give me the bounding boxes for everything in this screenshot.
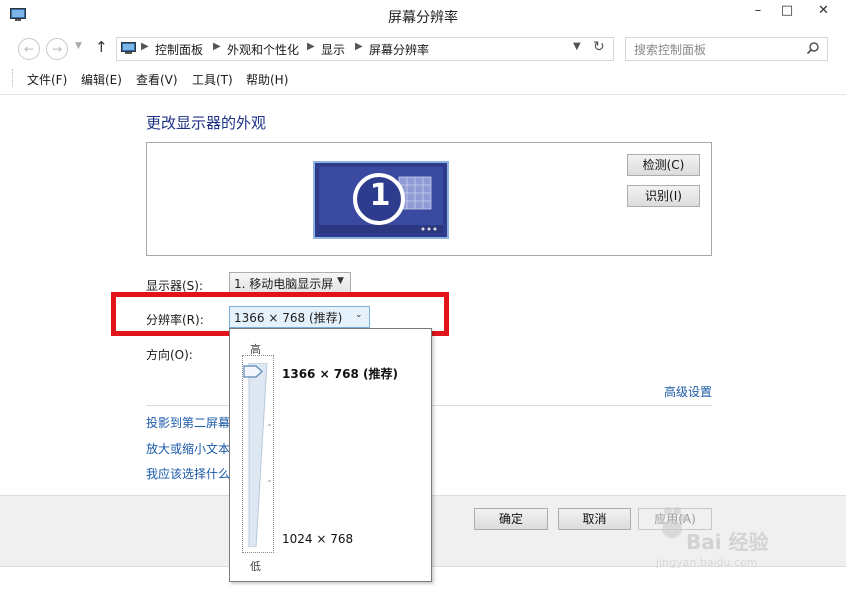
resolution-option-low[interactable]: 1024 × 768 <box>282 532 353 546</box>
orientation-label: 方向(O): <box>146 348 193 362</box>
search-input[interactable]: 搜索控制面板 <box>625 37 828 61</box>
chevron-down-icon: ▼ <box>337 276 344 286</box>
identify-button[interactable]: 识别(I) <box>627 185 700 207</box>
window-title: 屏幕分辨率 <box>388 10 458 26</box>
breadcrumb-separator-icon: ▶ <box>307 41 315 52</box>
refresh-icon[interactable]: ↻ <box>593 39 605 55</box>
menu-grip <box>12 69 15 87</box>
breadcrumb-appearance[interactable]: 外观和个性化 <box>227 41 299 58</box>
up-arrow-icon: ↑ <box>95 38 108 56</box>
display-select[interactable]: 1. 移动电脑显示屏 ▼ <box>229 272 351 294</box>
minimize-button[interactable]: – <box>743 0 773 22</box>
breadcrumb-display[interactable]: 显示 <box>321 41 345 58</box>
search-placeholder: 搜索控制面板 <box>634 43 707 57</box>
which-settings-link[interactable]: 我应该选择什么 <box>146 465 230 482</box>
ok-button[interactable]: 确定 <box>474 508 548 530</box>
watermark-url: jingyan.baidu.com <box>656 556 758 569</box>
project-second-screen-link[interactable]: 投影到第二屏幕 <box>146 414 230 431</box>
cancel-button[interactable]: 取消 <box>558 508 631 530</box>
breadcrumb-control-panel[interactable]: 控制面板 <box>155 41 203 58</box>
forward-button[interactable]: → <box>46 38 68 60</box>
address-dropdown-icon[interactable]: ▼ <box>573 41 581 52</box>
back-arrow-icon: ← <box>23 42 35 56</box>
breadcrumb-separator-icon: ▶ <box>141 41 149 52</box>
address-bar[interactable]: ▶ 控制面板 ▶ 外观和个性化 ▶ 显示 ▶ 屏幕分辨率 ▼ ↻ <box>116 37 614 61</box>
monitor-number: 1 <box>369 178 391 213</box>
resolution-label: 分辨率(R): <box>146 313 204 327</box>
breadcrumb-screen-resolution[interactable]: 屏幕分辨率 <box>369 41 429 58</box>
close-button[interactable]: ✕ <box>801 0 846 22</box>
control-panel-icon <box>121 42 136 54</box>
chevron-down-icon: ⌄ <box>355 310 363 320</box>
page-title: 更改显示器的外观 <box>146 114 267 132</box>
menu-edit[interactable]: 编辑(E) <box>81 71 122 88</box>
forward-arrow-icon: → <box>51 42 63 56</box>
search-icon <box>806 42 819 55</box>
slider-thumb[interactable] <box>243 365 263 378</box>
baidu-watermark: Bai 经验 jingyan.baidu.com <box>646 496 846 572</box>
menu-tools[interactable]: 工具(T) <box>192 71 233 88</box>
resolution-select[interactable]: 1366 × 768 (推荐) ⌄ <box>229 306 370 328</box>
menu-file[interactable]: 文件(F) <box>27 71 67 88</box>
menu-view[interactable]: 查看(V) <box>136 71 178 88</box>
breadcrumb-separator-icon: ▶ <box>213 41 221 52</box>
resolution-slider-popup: 高 1366 × 768 (推荐) 1024 × 768 低 <box>229 328 432 582</box>
resolution-select-value: 1366 × 768 (推荐) <box>234 311 343 325</box>
recent-locations-dropdown-icon[interactable]: ▼ <box>75 41 82 51</box>
breadcrumb-separator-icon: ▶ <box>355 41 363 52</box>
advanced-settings-link[interactable]: 高级设置 <box>664 383 712 400</box>
text-size-link[interactable]: 放大或缩小文本 <box>146 440 230 457</box>
menu-bar <box>0 64 846 95</box>
display-select-value: 1. 移动电脑显示屏 <box>234 277 334 291</box>
menu-help[interactable]: 帮助(H) <box>246 71 288 88</box>
detect-button[interactable]: 检测(C) <box>627 154 700 176</box>
slider-track[interactable] <box>245 363 271 547</box>
up-button[interactable]: ↑ <box>95 38 108 56</box>
maximize-button[interactable]: □ <box>772 0 802 22</box>
resolution-option-high[interactable]: 1366 × 768 (推荐) <box>282 365 398 382</box>
slider-low-label: 低 <box>250 560 261 573</box>
back-button[interactable]: ← <box>18 38 40 60</box>
watermark-text: Bai 经验 <box>686 530 769 554</box>
